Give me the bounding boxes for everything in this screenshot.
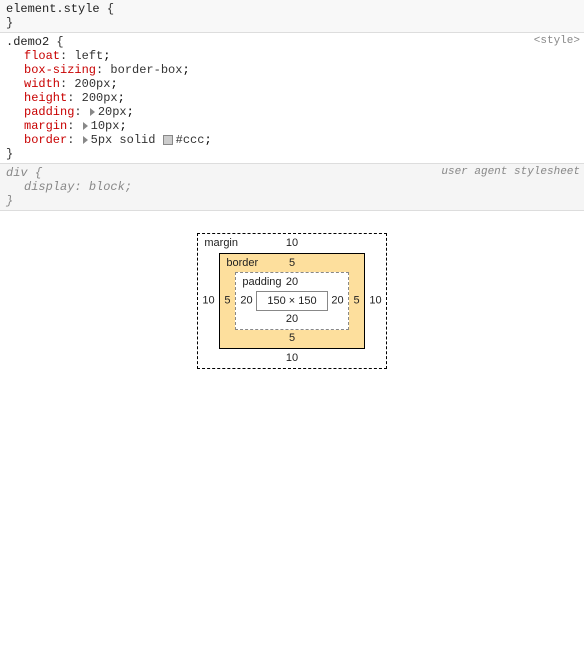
colon: :	[60, 77, 74, 91]
property-name[interactable]: height	[24, 91, 67, 105]
semicolon: ;	[127, 105, 134, 119]
padding-label: padding	[242, 276, 281, 288]
padding-left-value[interactable]: 20	[240, 296, 252, 307]
selector-name: div	[6, 166, 28, 180]
box-model-diagram: margin 10 10 10 10 border 5 5 5 5 paddin…	[0, 211, 584, 369]
property-value-color[interactable]: #ccc	[176, 133, 205, 147]
styles-panel: element.style { } <style> .demo2 { float…	[0, 0, 584, 211]
padding-top-value[interactable]: 20	[286, 277, 298, 288]
property-value[interactable]: 10px	[91, 119, 120, 133]
colon: :	[60, 49, 74, 63]
padding-right-value[interactable]: 20	[331, 296, 343, 307]
open-brace: {	[107, 2, 114, 16]
rule-demo2[interactable]: <style> .demo2 { float: left; box-sizing…	[0, 33, 584, 164]
semicolon: ;	[204, 133, 211, 147]
content-size: 150 × 150	[267, 295, 316, 307]
property-name[interactable]: border	[24, 133, 67, 147]
close-brace: }	[6, 147, 578, 161]
decl-display: display: block;	[6, 180, 578, 194]
selector-name[interactable]: .demo2	[6, 35, 49, 49]
border-left-value[interactable]: 5	[224, 296, 230, 307]
expand-triangle-icon[interactable]	[83, 122, 88, 130]
property-value[interactable]: border-box	[110, 63, 182, 77]
decl-margin[interactable]: margin: 10px;	[6, 119, 578, 133]
open-brace: {	[35, 166, 42, 180]
colon: :	[74, 180, 88, 194]
border-bottom-value[interactable]: 5	[289, 333, 295, 344]
margin-top-value[interactable]: 10	[286, 238, 298, 249]
semicolon: ;	[119, 119, 126, 133]
property-value: block	[89, 180, 125, 194]
semicolon: ;	[110, 77, 117, 91]
decl-float[interactable]: float: left;	[6, 49, 578, 63]
colon: :	[67, 119, 81, 133]
semicolon: ;	[118, 91, 125, 105]
margin-layer[interactable]: margin 10 10 10 10 border 5 5 5 5 paddin…	[197, 233, 386, 369]
color-swatch-icon[interactable]	[163, 135, 173, 145]
decl-border[interactable]: border: 5px solid #ccc;	[6, 133, 578, 147]
selector-line: .demo2 {	[6, 35, 578, 49]
border-layer[interactable]: border 5 5 5 5 padding 20 20 20 20 150 ×…	[219, 253, 364, 349]
colon: :	[74, 105, 88, 119]
rule-origin[interactable]: <style>	[534, 35, 580, 47]
rule-origin: user agent stylesheet	[441, 166, 580, 178]
colon: :	[67, 133, 81, 147]
decl-width[interactable]: width: 200px;	[6, 77, 578, 91]
margin-right-value[interactable]: 10	[369, 296, 381, 307]
property-name[interactable]: margin	[24, 119, 67, 133]
border-right-value[interactable]: 5	[354, 296, 360, 307]
property-value[interactable]: 200px	[74, 77, 110, 91]
close-brace: }	[6, 16, 578, 30]
semicolon: ;	[125, 180, 132, 194]
close-brace: }	[6, 194, 578, 208]
decl-padding[interactable]: padding: 20px;	[6, 105, 578, 119]
content-layer[interactable]: 150 × 150	[256, 291, 327, 311]
property-value-size[interactable]: 5px solid	[91, 133, 156, 147]
property-name[interactable]: float	[24, 49, 60, 63]
expand-triangle-icon[interactable]	[90, 108, 95, 116]
rule-div-user-agent[interactable]: user agent stylesheet div { display: blo…	[0, 164, 584, 211]
margin-label: margin	[204, 237, 238, 249]
expand-triangle-icon[interactable]	[83, 136, 88, 144]
property-name[interactable]: box-sizing	[24, 63, 96, 77]
selector-name[interactable]: element.style	[6, 2, 100, 16]
decl-box-sizing[interactable]: box-sizing: border-box;	[6, 63, 578, 77]
property-value[interactable]: 20px	[98, 105, 127, 119]
semicolon: ;	[103, 49, 110, 63]
open-brace: {	[56, 35, 63, 49]
margin-left-value[interactable]: 10	[202, 296, 214, 307]
semicolon: ;	[182, 63, 189, 77]
property-value[interactable]: left	[74, 49, 103, 63]
property-name[interactable]: padding	[24, 105, 74, 119]
border-label: border	[226, 257, 258, 269]
padding-layer[interactable]: padding 20 20 20 20 150 × 150	[235, 272, 348, 330]
rule-element-style[interactable]: element.style { }	[0, 0, 584, 33]
border-top-value[interactable]: 5	[289, 258, 295, 269]
colon: :	[96, 63, 110, 77]
property-value[interactable]: 200px	[82, 91, 118, 105]
property-name: display	[24, 180, 74, 194]
padding-bottom-value[interactable]: 20	[286, 314, 298, 325]
selector-line: element.style {	[6, 2, 578, 16]
colon: :	[67, 91, 81, 105]
margin-bottom-value[interactable]: 10	[286, 353, 298, 364]
decl-height[interactable]: height: 200px;	[6, 91, 578, 105]
property-name[interactable]: width	[24, 77, 60, 91]
